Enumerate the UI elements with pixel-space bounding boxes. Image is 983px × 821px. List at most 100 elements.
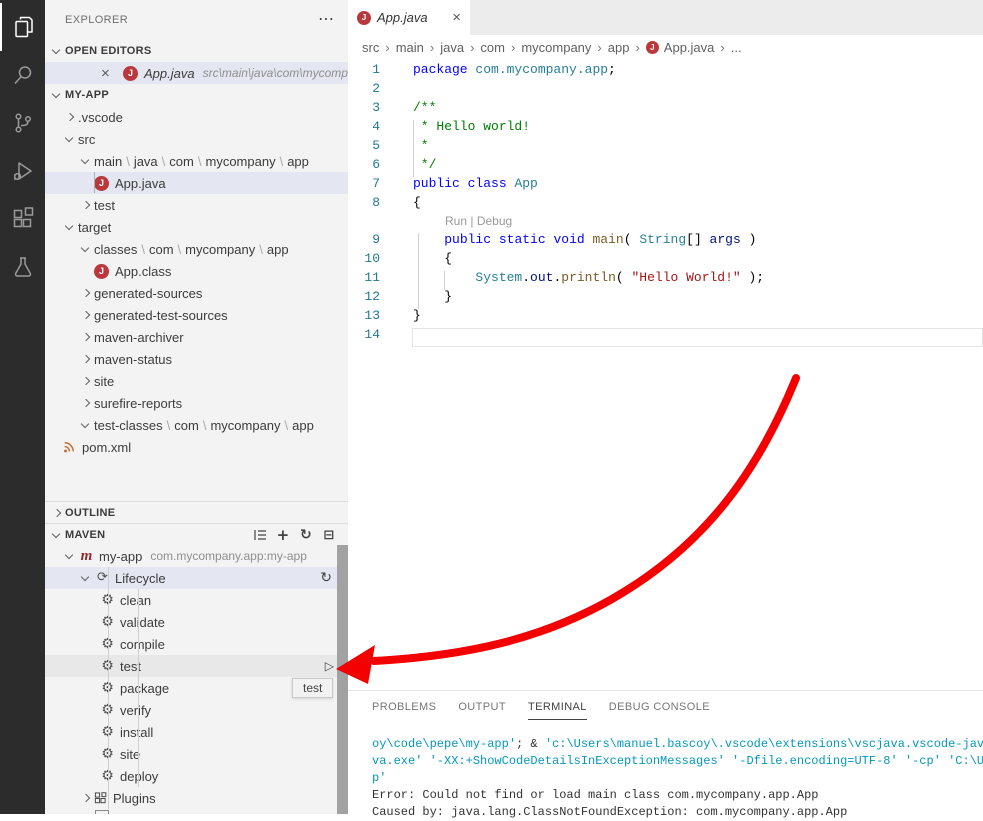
project-header[interactable]: MY-APP	[45, 84, 348, 106]
refresh-icon[interactable]: ↻	[298, 527, 314, 543]
tree-item-surefire-reports[interactable]: surefire-reports	[45, 392, 348, 414]
maven-phase-clean[interactable]: ⚙clean	[45, 589, 348, 611]
maven-phase-deploy[interactable]: ⚙deploy	[45, 765, 348, 787]
open-editor-item-appjava[interactable]: × J App.java src\main\java\com\mycompany…	[45, 62, 348, 84]
active-indent-guide	[94, 172, 95, 193]
panel-tab-output[interactable]: OUTPUT	[458, 701, 506, 720]
tree-item-App.java[interactable]: JApp.java	[45, 172, 348, 194]
maven-phase-validate[interactable]: ⚙validate	[45, 611, 348, 633]
line-number: 9	[348, 230, 380, 249]
chevron-right-icon	[62, 106, 78, 128]
maven-header[interactable]: MAVEN + ↻ ⊟	[45, 523, 348, 546]
tree-item-generated-sources[interactable]: generated-sources	[45, 282, 348, 304]
tree-item-classes-com-mycompany-app[interactable]: classes\com\mycompany\app	[45, 238, 348, 260]
maven-project-desc: com.mycompany.app:my-app	[150, 549, 307, 563]
plugins-icon	[94, 792, 107, 805]
line-number: 13	[348, 306, 380, 325]
close-icon[interactable]: ×	[101, 65, 117, 82]
terminal-line: Caused by: java.lang.ClassNotFoundExcept…	[372, 804, 983, 821]
panel-tab-terminal[interactable]: TERMINAL	[528, 701, 587, 720]
files-icon	[12, 15, 36, 39]
java-file-icon: J	[94, 176, 109, 191]
codelens-run[interactable]: Run	[445, 212, 467, 230]
extensions-icon[interactable]	[0, 195, 45, 243]
maven-lifecycle[interactable]: ⟳Lifecycle↻	[45, 567, 348, 589]
chevron-down-icon	[62, 216, 78, 238]
outline-header[interactable]: OUTLINE	[45, 501, 348, 524]
open-editor-file-path: src\main\java\com\mycompany\a...	[203, 66, 348, 80]
line-number: 4	[348, 117, 380, 136]
maven-toolbar: + ↻ ⊟	[252, 524, 337, 546]
breadcrumb-mycompany[interactable]: mycompany	[521, 40, 591, 55]
tree-item-pom.xml[interactable]: pom.xml	[45, 436, 348, 458]
chevron-right-icon	[78, 370, 94, 392]
tree-item-src[interactable]: src	[45, 128, 348, 150]
tree-item-maven-archiver[interactable]: maven-archiver	[45, 326, 348, 348]
maven-phase-install[interactable]: ⚙install	[45, 721, 348, 743]
breadcrumb-java[interactable]: java	[440, 40, 464, 55]
source-control-icon[interactable]	[0, 99, 45, 147]
indent-guide	[444, 271, 445, 290]
indent-guide	[413, 120, 414, 177]
codelens-debug[interactable]: Debug	[477, 212, 512, 230]
terminal-output[interactable]: oy\code\pepe\my-app'; & 'c:\Users\manuel…	[372, 736, 983, 821]
panel-tab-debug-console[interactable]: DEBUG CONSOLE	[609, 701, 710, 720]
tree-item-test[interactable]: test	[45, 194, 348, 216]
maven-phase-site[interactable]: ⚙site	[45, 743, 348, 765]
maven-project-my-app[interactable]: mmy-appcom.mycompany.app:my-app	[45, 545, 348, 567]
refresh-icon[interactable]: ↻	[320, 570, 332, 586]
sidebar-title-row: EXPLORER ⋯	[45, 8, 348, 32]
open-editors-header[interactable]: OPEN EDITORS	[45, 40, 348, 62]
tree-item-generated-test-sources[interactable]: generated-test-sources	[45, 304, 348, 326]
line-number: 12	[348, 287, 380, 306]
tree-item-test-classes-com-mycompany-app[interactable]: test-classes\com\mycompany\app	[45, 414, 348, 436]
maven-phase-test[interactable]: ⚙test▷	[45, 655, 348, 677]
tree-item-main-java-com-mycompany-app[interactable]: main\java\com\mycompany\app	[45, 150, 348, 172]
chevron-right-icon	[78, 282, 94, 304]
testing-beaker-icon[interactable]	[0, 243, 45, 291]
search-icon[interactable]	[0, 51, 45, 99]
breadcrumb-symbol[interactable]: ...	[731, 40, 742, 55]
more-actions-icon[interactable]: ⋯	[318, 8, 334, 32]
breadcrumb-app[interactable]: app	[608, 40, 630, 55]
terminal-line: va.exe' '-XX:+ShowCodeDetailsInException…	[372, 753, 983, 770]
explorer-icon[interactable]	[0, 3, 45, 51]
xml-file-icon	[62, 440, 76, 454]
line-number: 3	[348, 98, 380, 117]
terminal-line: Error: Could not find or load main class…	[372, 787, 983, 804]
line-number: 1	[348, 60, 380, 79]
tree-item-target[interactable]: target	[45, 216, 348, 238]
indent-guide	[418, 233, 419, 309]
tree-item-maven-status[interactable]: maven-status	[45, 348, 348, 370]
tab-appjava[interactable]: J App.java ×	[348, 0, 470, 35]
run-icon[interactable]: ▷	[325, 659, 334, 673]
breadcrumb-src[interactable]: src	[362, 40, 379, 55]
open-editor-file-name: App.java	[144, 66, 195, 81]
tree-item-App.class[interactable]: JApp.class	[45, 260, 348, 282]
code-editor[interactable]: 1package com.mycompany.app;23/**4 * Hell…	[348, 60, 983, 690]
code-line-9: 9 public static void main( String[] args…	[348, 230, 983, 249]
panel-tab-problems[interactable]: PROBLEMS	[372, 701, 436, 720]
chevron-down-icon	[78, 150, 94, 172]
add-icon[interactable]: +	[275, 527, 291, 543]
close-icon[interactable]: ×	[452, 9, 461, 26]
list-tree-icon[interactable]	[252, 527, 268, 543]
breadcrumb-com[interactable]: com	[480, 40, 505, 55]
maven-phase-verify[interactable]: ⚙verify	[45, 699, 348, 721]
line-number: 6	[348, 155, 380, 174]
breadcrumb-file[interactable]: App.java	[664, 40, 715, 55]
chevron-right-icon	[78, 304, 94, 326]
java-file-icon: J	[123, 66, 138, 81]
breadcrumb-main[interactable]: main	[396, 40, 424, 55]
chevron-down-icon	[49, 84, 65, 106]
run-and-debug-icon[interactable]	[0, 147, 45, 195]
tree-item-.vscode[interactable]: .vscode	[45, 106, 348, 128]
maven-phase-compile[interactable]: ⚙compile	[45, 633, 348, 655]
collapse-all-icon[interactable]: ⊟	[321, 527, 337, 543]
sidebar-title: EXPLORER	[65, 14, 128, 26]
tree-item-site[interactable]: site	[45, 370, 348, 392]
file-tree: .vscodesrcmain\java\com\mycompany\appJAp…	[45, 106, 348, 458]
line-number: 7	[348, 174, 380, 193]
sidebar-scrollbar[interactable]	[337, 545, 348, 814]
maven-plugins[interactable]: Plugins	[45, 787, 348, 809]
